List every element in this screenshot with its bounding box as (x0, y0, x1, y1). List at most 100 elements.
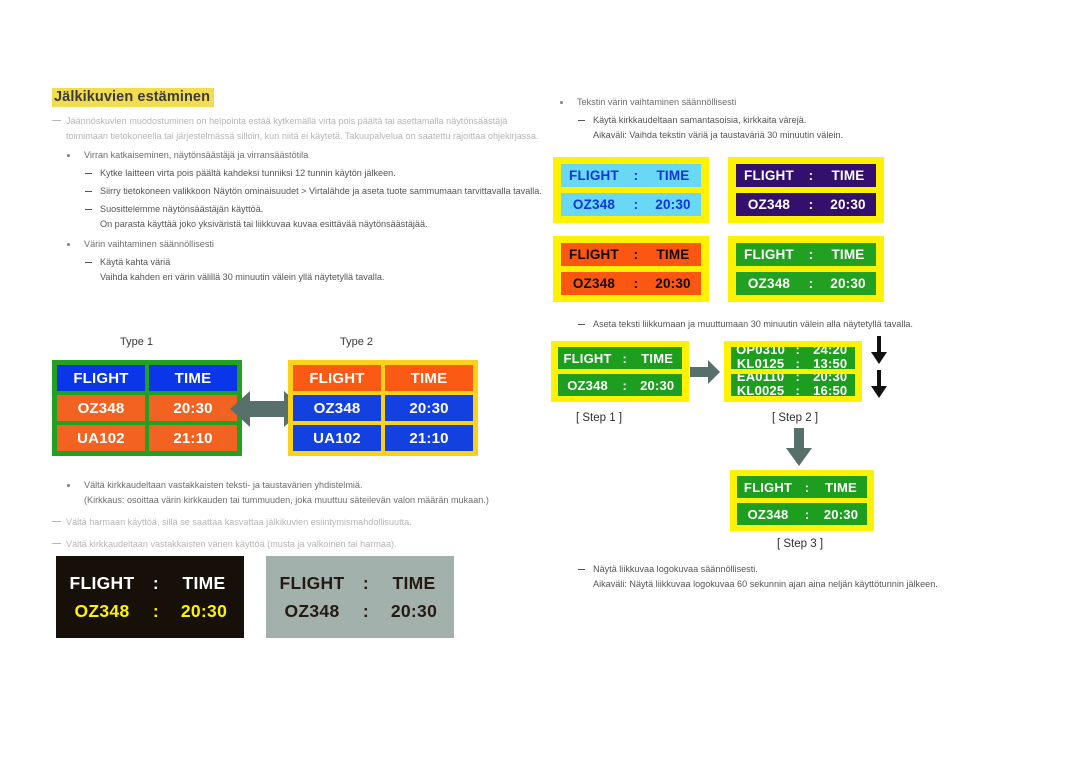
contrast-guidance-block: Vältä kirkkaudeltaan vastakkaisten tekst… (52, 473, 552, 551)
table-header-cell: TIME (385, 365, 473, 391)
panel-flight-label: FLIGHT (743, 480, 793, 495)
orange-display-panel: FLIGHT : TIME OZ348 : 20:30 (553, 236, 709, 302)
table-cell: 20:30 (385, 395, 473, 421)
step1-header-text: FLIGHT : TIME (558, 349, 682, 368)
table-cell: 20:30 (149, 395, 237, 421)
note-avoid-gray: Vältä harmaan käyttöä, sillä se saattaa … (52, 515, 552, 530)
panel-flight-label: FLIGHT (744, 168, 794, 183)
panel-time-label: TIME (831, 168, 865, 183)
type-1-label: Type 1 (120, 336, 154, 348)
panel-flight-label: FLIGHT (279, 572, 345, 593)
panel-separator: : (633, 276, 639, 291)
bullet-text-color: Tekstin värin vaihtaminen säännöllisesti (545, 95, 1015, 110)
panel-line-header: FLIGHT : TIME (266, 569, 454, 597)
panel-flight-number: OZ348 (747, 507, 789, 522)
panel-separator: : (622, 351, 628, 366)
panel-row-data: OZ348 : 20:30 (736, 272, 876, 295)
green-display-panel: FLIGHT : TIME OZ348 : 20:30 (728, 236, 884, 302)
step1-header-box: FLIGHT : TIME (558, 347, 682, 369)
step3-header-text: FLIGHT : TIME (737, 478, 867, 497)
panel-row-header: FLIGHT : TIME (736, 243, 876, 266)
panel-separator: : (808, 197, 814, 212)
dash-bright-colors-continued: Aikaväli: Vaihda tekstin väriä ja tausta… (593, 130, 844, 140)
panel-time-value: 20:30 (655, 197, 691, 212)
panel-flight-number: OZ348 (284, 600, 340, 621)
panel-separator: : (808, 168, 814, 183)
table-cell: OZ348 (57, 395, 145, 421)
logo-instruction-block: Näytä liikkuvaa logokuvaa säännöllisesti… (545, 562, 1015, 592)
panel-separator: : (804, 507, 810, 522)
step2-scroll-box-1: OP0310 : 24:20 KL0125 : 13:50 (731, 347, 855, 369)
panel-flight-label: FLIGHT (744, 247, 794, 262)
panel-row-data: OZ348 : 20:30 (561, 193, 701, 216)
right-arrow-icon (690, 360, 720, 384)
scroll-direction-arrows-icon (866, 336, 892, 406)
panel-separator: : (795, 356, 801, 369)
panel-time-label: TIME (182, 572, 226, 593)
panel-flight-number: OZ348 (572, 276, 616, 291)
bullet-contrast: Vältä kirkkaudeltaan vastakkaisten tekst… (52, 478, 552, 493)
type-1-flight-table: FLIGHT TIME OZ348 20:30 UA102 21:10 (52, 360, 242, 456)
dash-power-1: Kytke laitteen virta pois päältä kahdeks… (52, 166, 542, 181)
step1-data-text: OZ348 : 20:30 (558, 376, 682, 395)
note-avoid-contrast: Vältä kirkkaudeltaan vastakkaisten värie… (52, 537, 552, 552)
step1-display-panel: FLIGHT : TIME OZ348 : 20:30 (551, 341, 689, 402)
step1-data-box: OZ348 : 20:30 (558, 374, 682, 396)
panel-row-data: OZ348 : 20:30 (736, 193, 876, 216)
panel-separator: : (795, 383, 801, 396)
intro-note: Jäännöskuvien muodostuminen on helpointa… (52, 114, 542, 143)
sky-blue-display-panel: FLIGHT : TIME OZ348 : 20:30 (553, 157, 709, 223)
panel-time-label: TIME (392, 572, 436, 593)
panel-separator: : (362, 572, 370, 593)
panel-line-data: OZ348 : 20:30 (56, 597, 244, 625)
panel-flight-number: KL0025 (736, 383, 785, 396)
document-page: Jälkikuvien estäminen Jäännöskuvien muod… (0, 0, 1080, 763)
left-column: Jälkikuvien estäminen Jäännöskuvien muod… (52, 88, 542, 285)
panel-flight-label: FLIGHT (569, 247, 619, 262)
panel-separator: : (152, 600, 160, 621)
step3-caption: [ Step 3 ] (777, 538, 824, 550)
step1-caption: [ Step 1 ] (576, 412, 623, 424)
panel-row-header: FLIGHT : TIME (561, 164, 701, 187)
purple-display-panel: FLIGHT : TIME OZ348 : 20:30 (728, 157, 884, 223)
step3-display-panel: FLIGHT : TIME OZ348 : 20:30 (730, 470, 874, 531)
table-cell: 21:10 (385, 425, 473, 451)
step2-scroll-line-2: KL0125 : 13:50 (731, 354, 855, 369)
panel-line-data: OZ348 : 20:30 (266, 597, 454, 625)
panel-flight-label: FLIGHT (69, 572, 135, 593)
table-cell: UA102 (293, 425, 381, 451)
moving-text-instruction: Aseta teksti liikkumaan ja muuttumaan 30… (545, 317, 1015, 332)
panel-separator: : (633, 247, 639, 262)
dash-moving-text: Aseta teksti liikkumaan ja muuttumaan 30… (545, 317, 1015, 332)
table-cell: OZ348 (293, 395, 381, 421)
panel-flight-label: FLIGHT (563, 351, 612, 366)
bullet-contrast-continued: (Kirkkaus: osoittaa värin kirkkauden tai… (84, 495, 489, 505)
panel-time-value: 20:30 (390, 600, 438, 621)
dash-moving-logo: Näytä liikkuvaa logokuvaa säännöllisesti… (545, 562, 1015, 577)
panel-separator: : (804, 480, 810, 495)
panel-flight-number: OZ348 (567, 378, 608, 393)
panel-row-data: OZ348 : 20:30 (561, 272, 701, 295)
panel-separator: : (622, 378, 628, 393)
page-title: Jälkikuvien estäminen (52, 88, 215, 107)
table-cell: UA102 (57, 425, 145, 451)
panel-time-label: TIME (831, 247, 865, 262)
panel-time-value: 20:30 (823, 507, 859, 522)
panel-separator: : (633, 168, 639, 183)
step3-data-text: OZ348 : 20:30 (737, 505, 867, 524)
bullet-power-saving: Virran katkaiseminen, näytönsäästäjä ja … (52, 148, 542, 163)
dash-color-1-continued: Vaihda kahden eri värin välillä 30 minuu… (100, 272, 385, 282)
table-header-cell: TIME (149, 365, 237, 391)
panel-flight-number: OZ348 (74, 600, 130, 621)
panel-row-header: FLIGHT : TIME (736, 164, 876, 187)
panel-separator: : (362, 600, 370, 621)
table-cell: 21:10 (149, 425, 237, 451)
step2-scroll-line-4: KL0025 : 16:50 (731, 381, 855, 396)
panel-time-label: TIME (825, 480, 857, 495)
panel-time-value: 16:50 (813, 383, 848, 396)
dash-color-1: Käytä kahta väriä (52, 255, 542, 270)
panel-time-value: 20:30 (655, 276, 691, 291)
dash-power-2: Siirry tietokoneen valikkoon Näytön omin… (52, 184, 542, 199)
panel-time-label: TIME (641, 351, 674, 366)
panel-flight-number: OZ348 (747, 276, 791, 291)
